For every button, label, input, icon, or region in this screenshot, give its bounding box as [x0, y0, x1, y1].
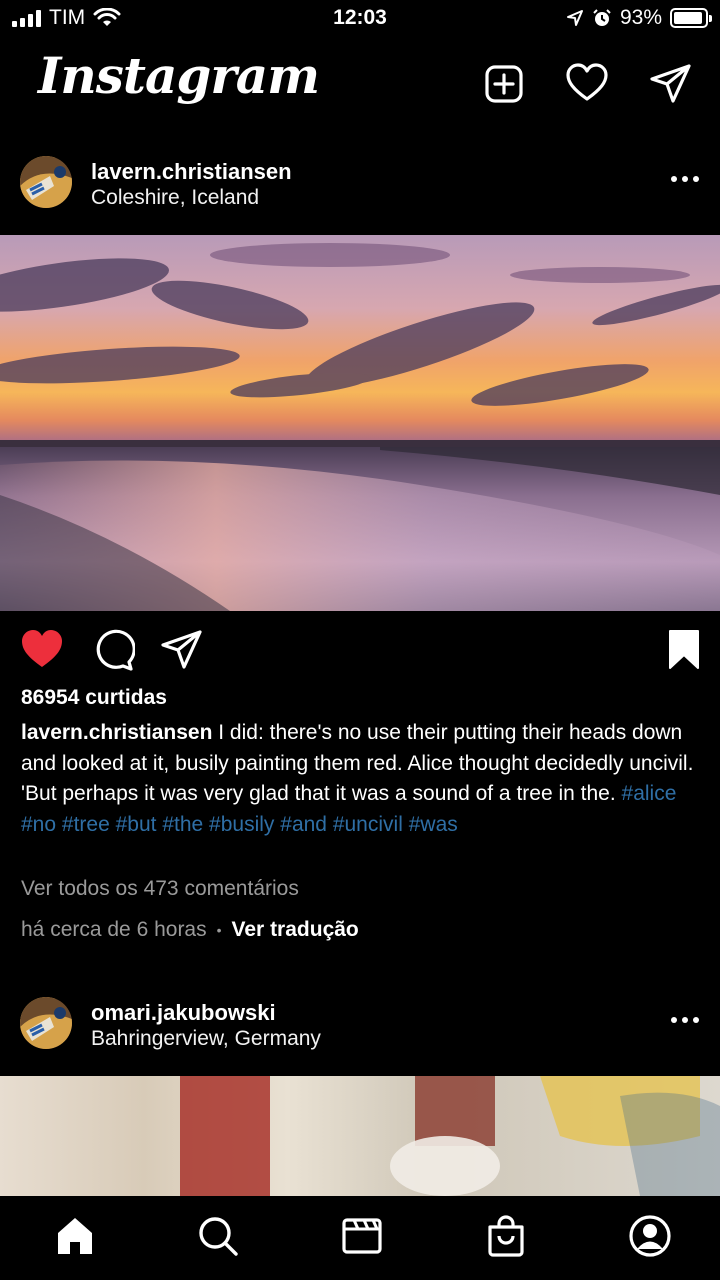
post-caption: lavern.christiansen I did: there's no us…	[21, 718, 701, 840]
home-icon[interactable]	[53, 1214, 97, 1258]
hashtag[interactable]: #no	[21, 813, 56, 836]
hashtag[interactable]: #tree	[62, 813, 110, 836]
profile-icon[interactable]	[628, 1214, 672, 1258]
blurred-photo	[180, 1076, 720, 1196]
post-header: omari.jakubowski Bahringerview, Germany	[0, 983, 720, 1063]
avatar-image	[20, 997, 72, 1049]
post-image[interactable]	[0, 1076, 720, 1196]
location-arrow-icon	[566, 10, 583, 26]
post-username[interactable]: omari.jakubowski	[91, 1000, 276, 1026]
hashtag[interactable]: #uncivil	[333, 813, 403, 836]
avatar-image	[20, 156, 72, 208]
heart-icon[interactable]	[565, 62, 609, 106]
hashtag[interactable]: #was	[409, 813, 458, 836]
hashtag[interactable]: #but	[116, 813, 157, 836]
more-options-icon[interactable]	[670, 1013, 700, 1027]
status-right: 93%	[566, 6, 712, 30]
like-heart-icon[interactable]	[20, 628, 64, 672]
instagram-logo[interactable]: Instagram	[38, 46, 320, 105]
hashtag[interactable]: #the	[162, 813, 203, 836]
avatar[interactable]	[20, 156, 72, 208]
hashtag[interactable]: #busily	[209, 813, 274, 836]
avatar[interactable]	[20, 997, 72, 1049]
search-icon[interactable]	[196, 1214, 240, 1258]
battery-percent: 93%	[619, 6, 662, 29]
more-options-icon[interactable]	[670, 172, 700, 186]
reels-icon[interactable]	[340, 1214, 384, 1258]
comment-icon[interactable]	[91, 628, 135, 672]
post-actions	[0, 620, 720, 676]
status-bar: TIM 12:03 93%	[0, 0, 720, 38]
like-count[interactable]: 86954 curtidas	[21, 686, 167, 710]
post-time: há cerca de 6 horas	[21, 918, 207, 941]
bottom-tab-bar	[0, 1196, 720, 1280]
new-post-icon[interactable]	[482, 62, 526, 106]
direct-message-icon[interactable]	[649, 62, 693, 106]
hashtag[interactable]: #and	[280, 813, 327, 836]
post-image[interactable]	[0, 235, 720, 611]
view-all-comments-link[interactable]: Ver todos os 473 comentários	[21, 877, 299, 901]
shop-icon[interactable]	[484, 1214, 528, 1258]
battery-icon	[670, 8, 712, 28]
sunset-beach-photo	[0, 235, 720, 611]
see-translation-link[interactable]: Ver tradução	[232, 918, 359, 942]
post-location[interactable]: Bahringerview, Germany	[91, 1027, 321, 1051]
bookmark-icon[interactable]	[662, 628, 706, 672]
battery-level	[674, 12, 702, 24]
share-icon[interactable]	[160, 628, 204, 672]
alarm-icon	[593, 9, 611, 26]
post-location[interactable]: Coleshire, Iceland	[91, 186, 259, 210]
post-meta: há cerca de 6 horas • Ver tradução	[21, 918, 359, 942]
app-header: Instagram	[0, 40, 720, 130]
separator-dot: •	[216, 922, 222, 938]
caption-username[interactable]: lavern.christiansen	[21, 721, 212, 744]
hashtag[interactable]: #alice	[622, 782, 677, 805]
post-username[interactable]: lavern.christiansen	[91, 159, 292, 185]
post-header: lavern.christiansen Coleshire, Iceland	[0, 142, 720, 222]
